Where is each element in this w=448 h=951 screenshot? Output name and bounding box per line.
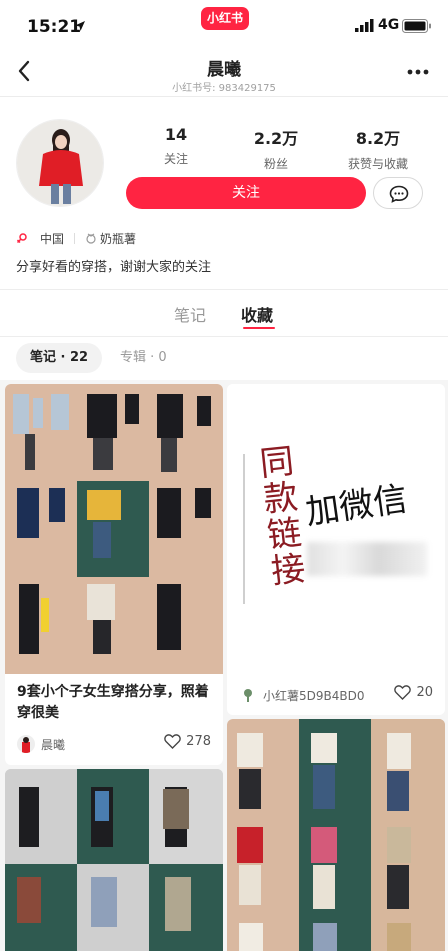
tab-favorites[interactable]: 收藏 — [241, 302, 273, 326]
note-title: 9套小个子女生穿搭分享，照着穿很美 — [17, 684, 209, 721]
cover-text: 加微信 — [303, 479, 410, 533]
note-card[interactable] — [5, 769, 223, 951]
note-author[interactable]: 晨曦 — [17, 735, 65, 753]
stat-label: 关注 — [163, 152, 188, 166]
stat-likes[interactable]: 8.2万 获赞与收藏 — [333, 125, 423, 172]
stat-value: 2.2万 — [253, 129, 299, 148]
user-tag[interactable]: 奶瓶薯 — [100, 230, 136, 247]
gender-icon — [16, 233, 27, 244]
divider — [74, 232, 76, 244]
status-time: 15:21 — [27, 17, 82, 37]
heart-icon — [394, 685, 412, 700]
divider — [0, 289, 448, 290]
note-author[interactable]: 小红薯5D9B4BD0 — [239, 686, 365, 704]
filter-albums[interactable]: 专辑 · 0 — [120, 343, 167, 373]
note-cover-image — [5, 384, 223, 674]
message-button[interactable] — [373, 177, 423, 209]
like-count-value: 20 — [416, 685, 433, 700]
note-card[interactable] — [227, 719, 445, 951]
battery-icon — [402, 19, 431, 33]
note-cover-image — [227, 719, 445, 951]
badge-icon — [86, 233, 96, 244]
chat-icon — [389, 185, 409, 203]
status-bar: 15:21 小红书 4G — [0, 0, 448, 54]
divider — [0, 336, 448, 337]
divider — [243, 454, 245, 604]
tab-notes[interactable]: 笔记 — [174, 302, 206, 326]
page-title: 晨曦 — [207, 60, 241, 80]
stat-value: 8.2万 — [355, 129, 401, 148]
stat-followers[interactable]: 2.2万 粉丝 — [231, 125, 321, 172]
heart-icon — [164, 734, 181, 749]
note-cover-image — [5, 769, 223, 951]
user-id: 小红书号: 983429175 — [172, 83, 276, 94]
stat-value: 14 — [164, 125, 188, 144]
like-count[interactable]: 20 — [394, 685, 433, 700]
location-text: 中国 — [40, 231, 65, 246]
tab-indicator — [243, 327, 275, 329]
author-name: 晨曦 — [41, 737, 66, 752]
cover-text: 同款链接 — [251, 442, 307, 590]
note-cover-image: 同款链接 加微信 — [227, 384, 445, 674]
profile-meta: 中国 奶瓶薯 — [16, 229, 136, 247]
author-name: 小红薯5D9B4BD0 — [263, 688, 365, 703]
stat-label: 获赞与收藏 — [347, 157, 408, 171]
follow-button[interactable]: 关注 — [126, 177, 366, 209]
bio-text: 分享好看的穿搭，谢谢大家的关注 — [16, 260, 212, 275]
avatar[interactable] — [16, 119, 104, 207]
stat-label: 粉丝 — [263, 157, 288, 171]
blurred-contact — [307, 542, 427, 576]
like-count-value: 278 — [186, 734, 211, 749]
divider — [0, 96, 448, 97]
note-card[interactable]: 9套小个子女生穿搭分享，照着穿很美 晨曦 278 — [5, 384, 223, 765]
signal-icon — [355, 19, 374, 32]
stat-following[interactable]: 14 关注 — [131, 125, 221, 167]
like-count[interactable]: 278 — [164, 734, 211, 749]
avatar — [17, 735, 35, 753]
app-logo: 小红书 — [201, 7, 249, 30]
location-arrow-icon — [75, 21, 85, 31]
note-card[interactable]: 同款链接 加微信 小红薯5D9B4BD0 20 — [227, 384, 445, 715]
network-type: 4G — [378, 17, 400, 33]
more-icon[interactable] — [404, 64, 432, 80]
filter-notes[interactable]: 笔记 · 22 — [16, 343, 102, 373]
avatar — [239, 686, 257, 704]
